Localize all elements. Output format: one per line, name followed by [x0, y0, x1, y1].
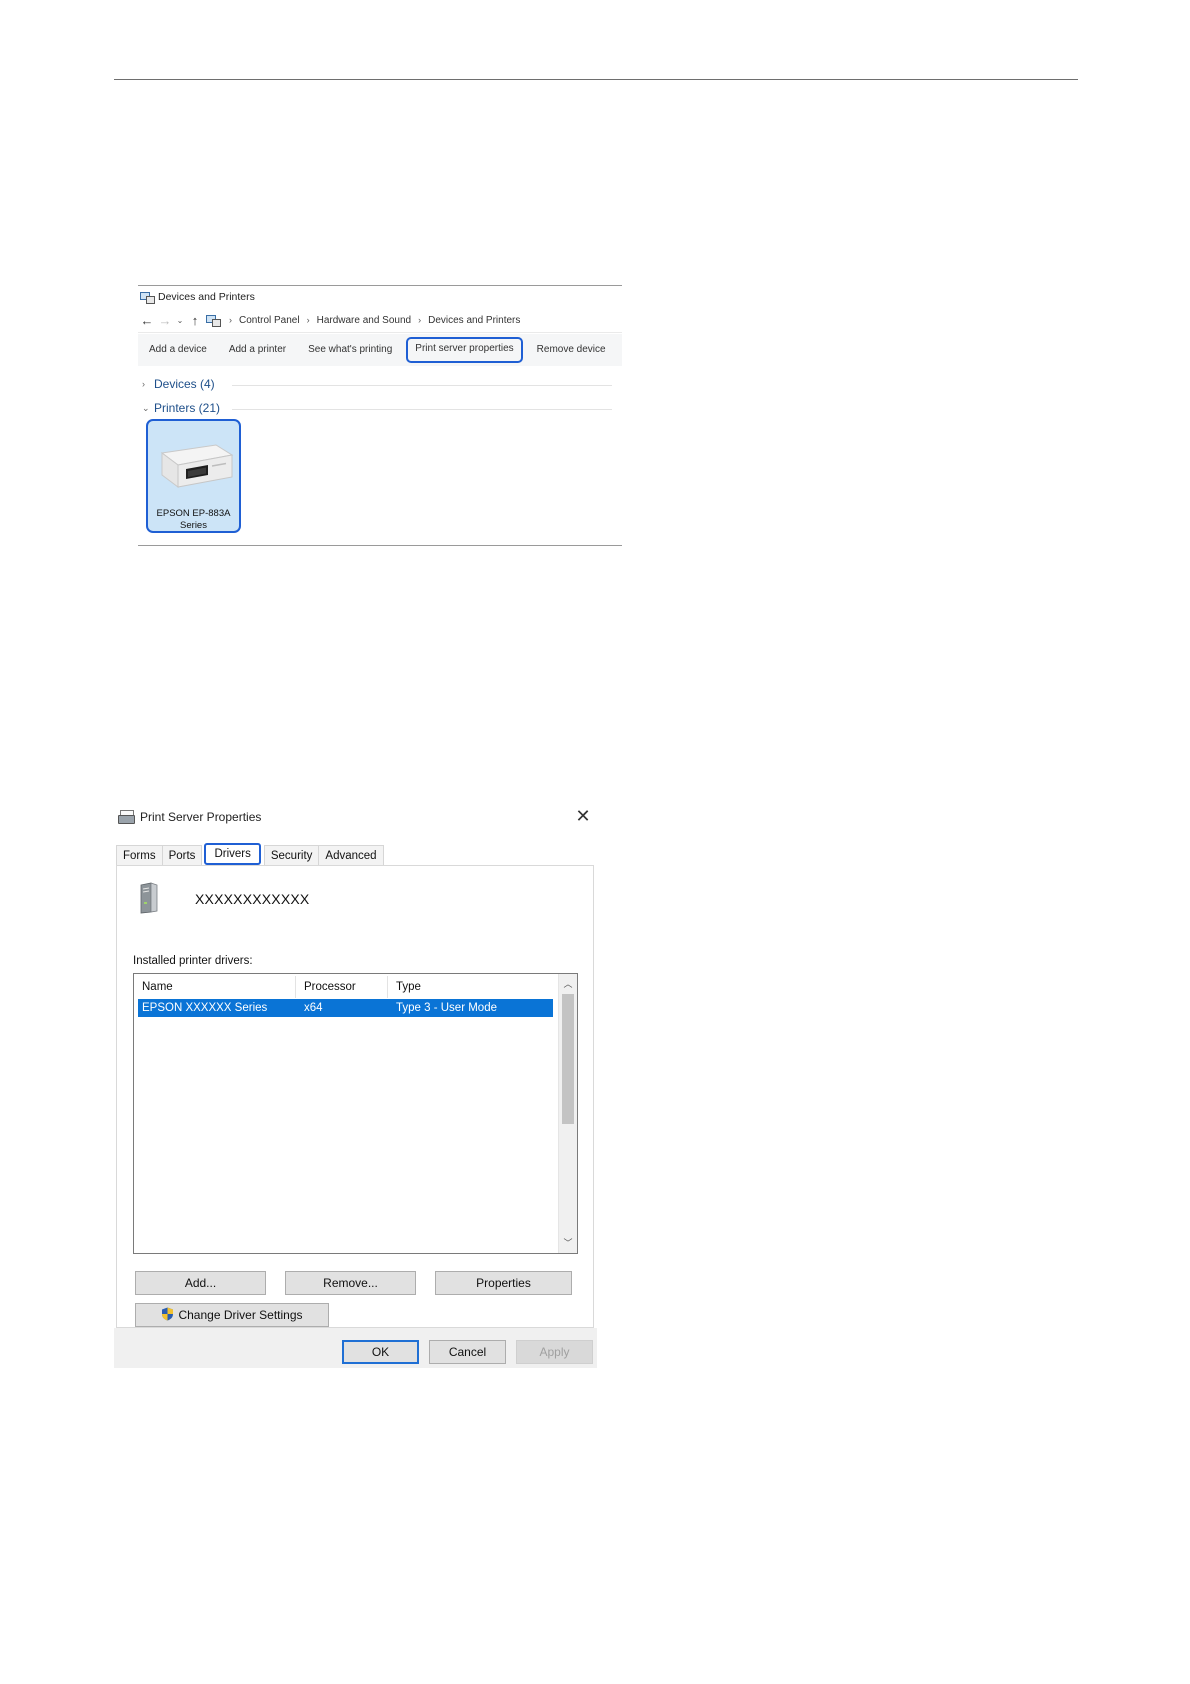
printer-name-line2: Series	[180, 520, 207, 531]
devices-group-header[interactable]: › Devices (4)	[142, 377, 612, 391]
chevron-down-icon: ⌄	[142, 402, 150, 413]
driver-type-cell: Type 3 - User Mode	[396, 1002, 497, 1014]
column-header-type[interactable]: Type	[388, 976, 558, 998]
navigation-bar: ← → ⌄ ↑ › Control Panel › Hardware and S…	[138, 308, 622, 333]
tab-ports[interactable]: Ports	[161, 845, 203, 865]
tab-security[interactable]: Security	[263, 845, 320, 865]
devices-and-printers-window: Devices and Printers ← → ⌄ ↑ › Control P…	[138, 285, 622, 546]
breadcrumb-separator-icon: ›	[418, 315, 422, 325]
printers-group-label: Printers (21)	[154, 401, 221, 415]
tab-strip: Forms Ports Drivers Security Advanced	[116, 843, 384, 865]
remove-device-button[interactable]: Remove device	[526, 339, 617, 361]
dialog-footer: OK Cancel Apply	[114, 1328, 597, 1368]
add-device-button[interactable]: Add a device	[138, 339, 218, 361]
printer-item-epson[interactable]: EPSON EP-883A Series	[146, 419, 241, 533]
scroll-down-arrow-icon[interactable]: ﹀	[559, 1235, 577, 1251]
command-bar: Add a device Add a printer See what's pr…	[138, 334, 622, 366]
ok-button[interactable]: OK	[342, 1340, 419, 1364]
close-icon[interactable]: ✕	[573, 806, 593, 827]
recent-locations-chevron-icon[interactable]: ⌄	[174, 316, 186, 325]
printers-group-header[interactable]: ⌄ Printers (21)	[142, 401, 612, 415]
server-computer-icon	[140, 882, 158, 914]
forward-arrow-icon[interactable]: →	[156, 313, 174, 328]
page-header-rule	[114, 79, 1078, 80]
uac-shield-icon	[161, 1307, 174, 1321]
tab-drivers[interactable]: Drivers	[204, 843, 261, 865]
change-driver-settings-label: Change Driver Settings	[178, 1308, 303, 1322]
server-name: XXXXXXXXXXXX	[195, 891, 310, 907]
drivers-tab-panel: XXXXXXXXXXXX Installed printer drivers: …	[116, 865, 594, 1328]
breadcrumb-separator-icon: ›	[229, 315, 232, 325]
breadcrumb-hardware-and-sound[interactable]: Hardware and Sound	[317, 315, 412, 326]
breadcrumb-devices-and-printers[interactable]: Devices and Printers	[428, 315, 520, 326]
remove-driver-button[interactable]: Remove...	[285, 1271, 416, 1295]
drivers-list[interactable]: Name Processor Type EPSON XXXXXX Series …	[133, 973, 578, 1254]
change-driver-settings-button[interactable]: Change Driver Settings	[135, 1303, 329, 1327]
column-header-name[interactable]: Name	[134, 976, 296, 998]
back-arrow-icon[interactable]: ←	[138, 313, 156, 328]
dialog-title-bar: Print Server Properties	[118, 810, 261, 824]
see-whats-printing-button[interactable]: See what's printing	[297, 339, 403, 361]
column-header-processor[interactable]: Processor	[296, 976, 388, 998]
dialog-title: Print Server Properties	[140, 810, 262, 824]
group-divider	[232, 385, 612, 386]
up-arrow-icon[interactable]: ↑	[186, 313, 204, 328]
table-row[interactable]: EPSON XXXXXX Series x64 Type 3 - User Mo…	[138, 999, 553, 1017]
driver-properties-button[interactable]: Properties	[435, 1271, 572, 1295]
driver-name-cell: EPSON XXXXXX Series	[142, 1002, 268, 1014]
group-divider	[232, 409, 612, 410]
print-server-properties-dialog: Print Server Properties ✕ Forms Ports Dr…	[114, 806, 597, 1368]
printer-label: EPSON EP-883A Series	[148, 508, 239, 532]
tab-forms[interactable]: Forms	[116, 845, 163, 865]
add-driver-button[interactable]: Add...	[135, 1271, 266, 1295]
add-printer-button[interactable]: Add a printer	[218, 339, 297, 361]
chevron-right-icon: ›	[142, 379, 145, 389]
apply-button[interactable]: Apply	[516, 1340, 593, 1364]
breadcrumb-control-panel[interactable]: Control Panel	[239, 315, 300, 326]
location-devices-icon	[206, 314, 221, 327]
devices-group-label: Devices (4)	[154, 377, 215, 391]
tab-advanced[interactable]: Advanced	[318, 845, 384, 865]
window-title: Devices and Printers	[158, 291, 255, 303]
vertical-scrollbar[interactable]: ︿ ﹀	[558, 974, 577, 1253]
printer-icon	[160, 444, 234, 488]
printer-name-line1: EPSON EP-883A	[156, 508, 231, 519]
cancel-button[interactable]: Cancel	[429, 1340, 506, 1364]
scroll-thumb[interactable]	[562, 994, 574, 1124]
printer-small-icon	[118, 810, 135, 824]
list-header: Name Processor Type	[134, 976, 558, 998]
driver-processor-cell: x64	[304, 1002, 323, 1014]
installed-drivers-label: Installed printer drivers:	[133, 955, 253, 967]
scroll-up-arrow-icon[interactable]: ︿	[559, 976, 577, 992]
devices-printers-icon	[140, 291, 155, 304]
window-title-bar: Devices and Printers	[140, 289, 255, 305]
print-server-properties-button[interactable]: Print server properties	[406, 337, 523, 363]
breadcrumb-separator-icon: ›	[306, 315, 310, 325]
